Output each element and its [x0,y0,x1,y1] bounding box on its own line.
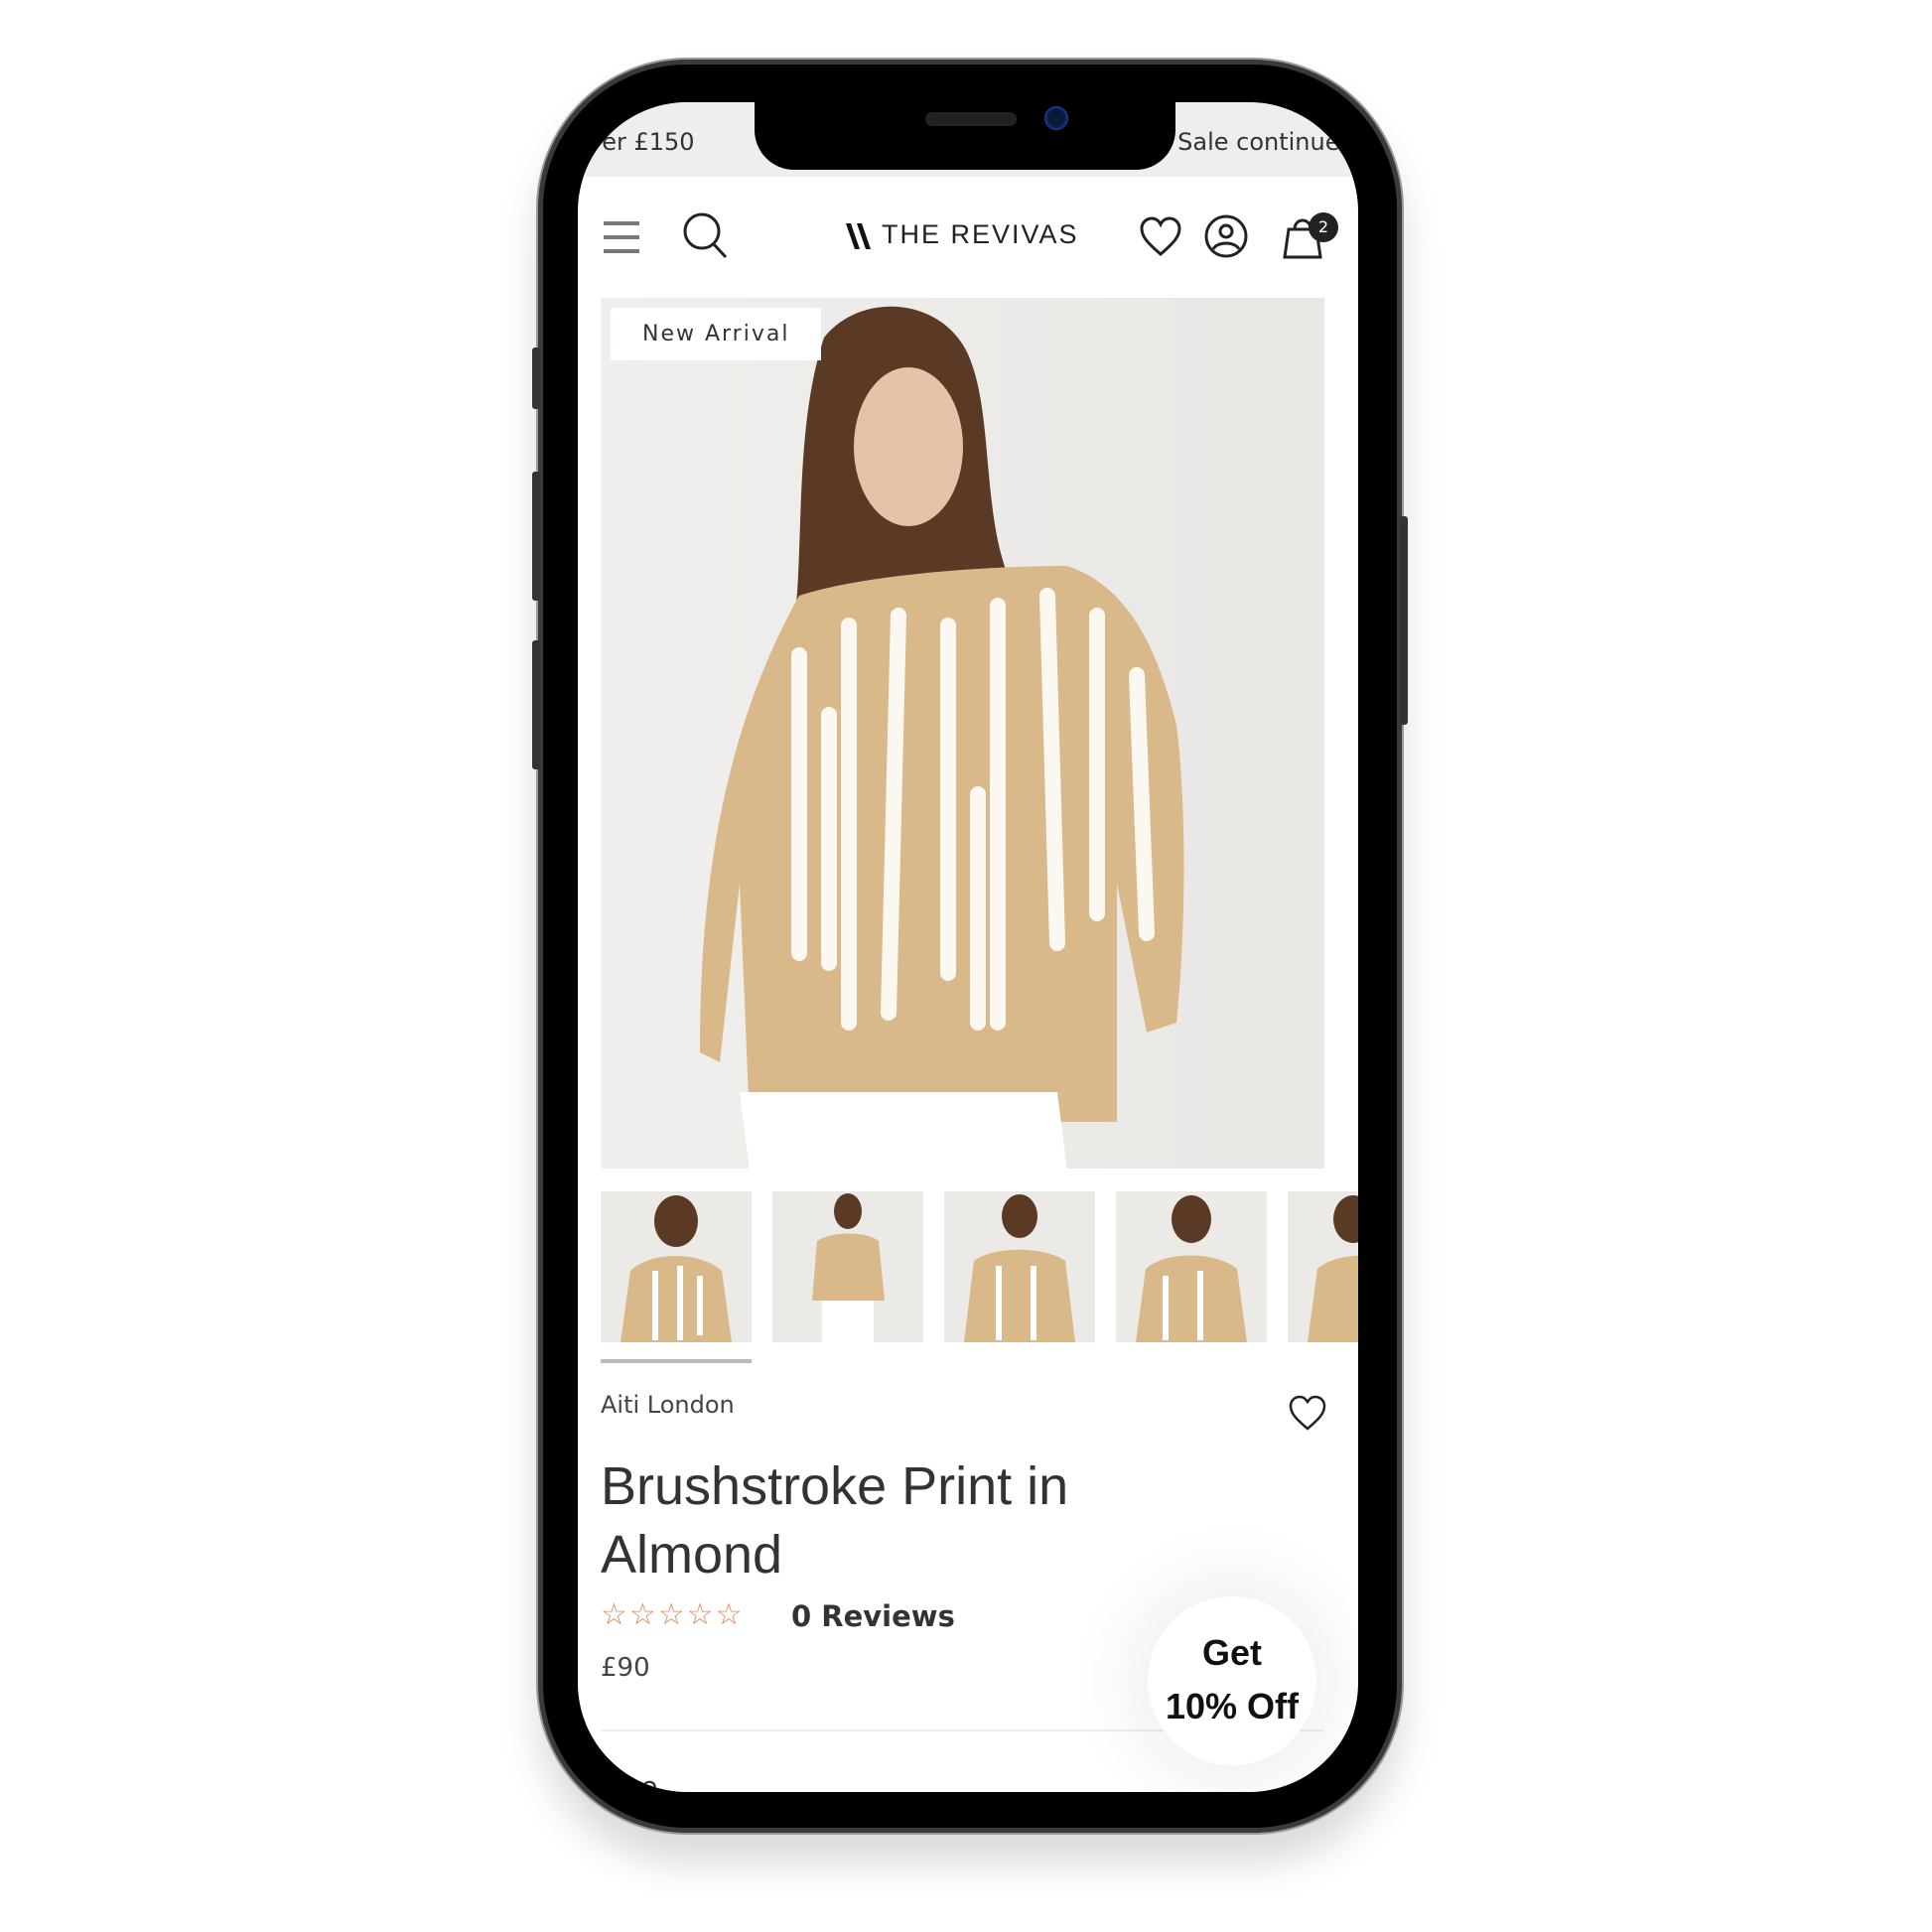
product-main-image[interactable]: New Arrival [601,298,1324,1169]
thumbnail[interactable] [1288,1191,1358,1342]
screen: ver £150 Sale continues THE REVIVAS 2 Ne… [578,102,1358,1792]
cart-count-badge: 2 [1309,212,1338,242]
menu-icon[interactable] [602,219,641,255]
thumbnail[interactable] [601,1191,752,1342]
product-price: £90 [601,1653,650,1683]
product-title: Brushstroke Print in Almond [601,1452,1196,1589]
new-arrival-badge: New Arrival [611,308,822,360]
offer-line: Get [1201,1632,1262,1673]
rating-stars[interactable]: ☆☆☆☆☆ [601,1597,744,1632]
logo[interactable]: THE REVIVAS [882,219,1079,250]
notch [755,102,1175,170]
thumbnail-strip [601,1191,1358,1342]
wishlist-heart-icon[interactable] [1288,1395,1327,1433]
size-label: Size [601,1770,658,1792]
reviews-link[interactable]: 0 Reviews [791,1599,955,1633]
thumbnail[interactable] [944,1191,1095,1342]
heart-icon[interactable] [1139,216,1182,258]
phone-button [1400,516,1408,725]
thumbnail[interactable] [1116,1191,1267,1342]
logo-mark [846,223,871,249]
phone-button [532,347,540,409]
model-photo [700,306,1184,1169]
speaker [925,112,1017,126]
offer-line: 10% Off [1165,1686,1300,1726]
thumbnail-indicator [601,1359,752,1363]
discount-offer-button[interactable]: Get 10% Off [1148,1596,1316,1765]
search-icon[interactable] [682,211,730,261]
phone-button [532,640,540,769]
promo-text: ver £150 [588,128,695,156]
product-brand[interactable]: Aiti London [601,1391,735,1419]
phone-button [532,472,540,601]
promo-text: Sale continues [1177,128,1352,156]
account-icon[interactable] [1203,213,1249,259]
thumbnail[interactable] [772,1191,923,1342]
camera [1044,106,1068,130]
title-line: Brushstroke Print in [601,1456,1069,1516]
title-line: Almond [601,1525,783,1585]
